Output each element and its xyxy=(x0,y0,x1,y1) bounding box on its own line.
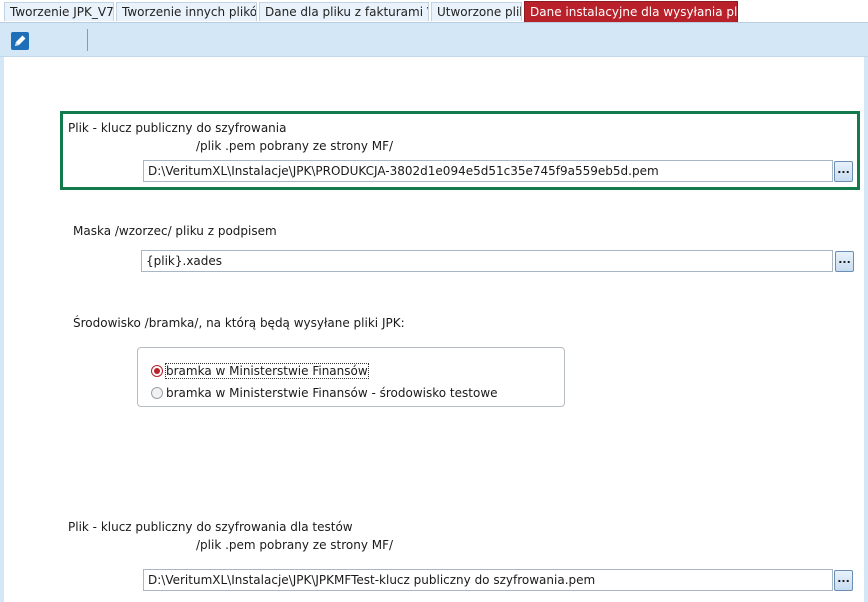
mask-input[interactable]: {plik}.xades xyxy=(141,250,833,272)
tab-strip: Tworzenie JPK_V7... Tworzenie innych pli… xyxy=(0,0,868,23)
radio-unchecked-icon xyxy=(151,387,163,399)
radio-option-production[interactable]: bramka w Ministerstwie Finansów xyxy=(151,362,369,380)
public-key-path-input[interactable]: D:\VeritumXL\Instalacje\JPK\PRODUKCJA-38… xyxy=(143,160,833,182)
tab-tworzenie-jpk-v7[interactable]: Tworzenie JPK_V7... xyxy=(4,2,114,21)
public-key-sublabel: /plik .pem pobrany ze strony MF/ xyxy=(196,139,394,153)
toolbar-separator xyxy=(87,29,88,51)
mask-label: Maska /wzorzec/ pliku z podpisem xyxy=(73,224,277,238)
radio-option-test-label: bramka w Ministerstwie Finansów - środow… xyxy=(166,386,498,400)
tab-dane-dla-pliku-vat[interactable]: Dane dla pliku z fakturami VAT xyxy=(259,2,429,21)
radio-option-test[interactable]: bramka w Ministerstwie Finansów - środow… xyxy=(151,384,498,402)
tab-tworzenie-innych-plikow[interactable]: Tworzenie innych plików xyxy=(116,2,257,21)
radio-option-production-label: bramka w Ministerstwie Finansów xyxy=(165,363,369,379)
application-window: Tworzenie JPK_V7... Tworzenie innych pli… xyxy=(0,0,868,602)
public-key-browse-button[interactable]: ... xyxy=(834,161,853,182)
radio-checked-icon xyxy=(151,365,163,377)
public-key-label: Plik - klucz publiczny do szyfrowania xyxy=(68,121,287,135)
environment-label: Środowisko /bramka/, na którą będą wysył… xyxy=(73,316,405,330)
toolbar xyxy=(0,23,868,57)
test-key-label: Plik - klucz publiczny do szyfrowania dl… xyxy=(68,520,353,534)
pencil-icon xyxy=(11,32,29,50)
test-key-browse-button[interactable]: ... xyxy=(834,570,853,591)
edit-button[interactable] xyxy=(9,30,31,52)
test-key-path-input[interactable]: D:\VeritumXL\Instalacje\JPK\JPKMFTest-kl… xyxy=(143,569,833,591)
tab-dane-instalacyjne[interactable]: Dane instalacyjne dla wysyłania plików xyxy=(524,1,738,22)
settings-panel: Plik - klucz publiczny do szyfrowania /p… xyxy=(4,57,864,602)
mask-browse-button[interactable]: ... xyxy=(835,251,854,272)
test-key-sublabel: /plik .pem pobrany ze strony MF/ xyxy=(196,538,394,552)
tab-utworzone-pliki[interactable]: Utworzone pliki xyxy=(431,2,522,21)
